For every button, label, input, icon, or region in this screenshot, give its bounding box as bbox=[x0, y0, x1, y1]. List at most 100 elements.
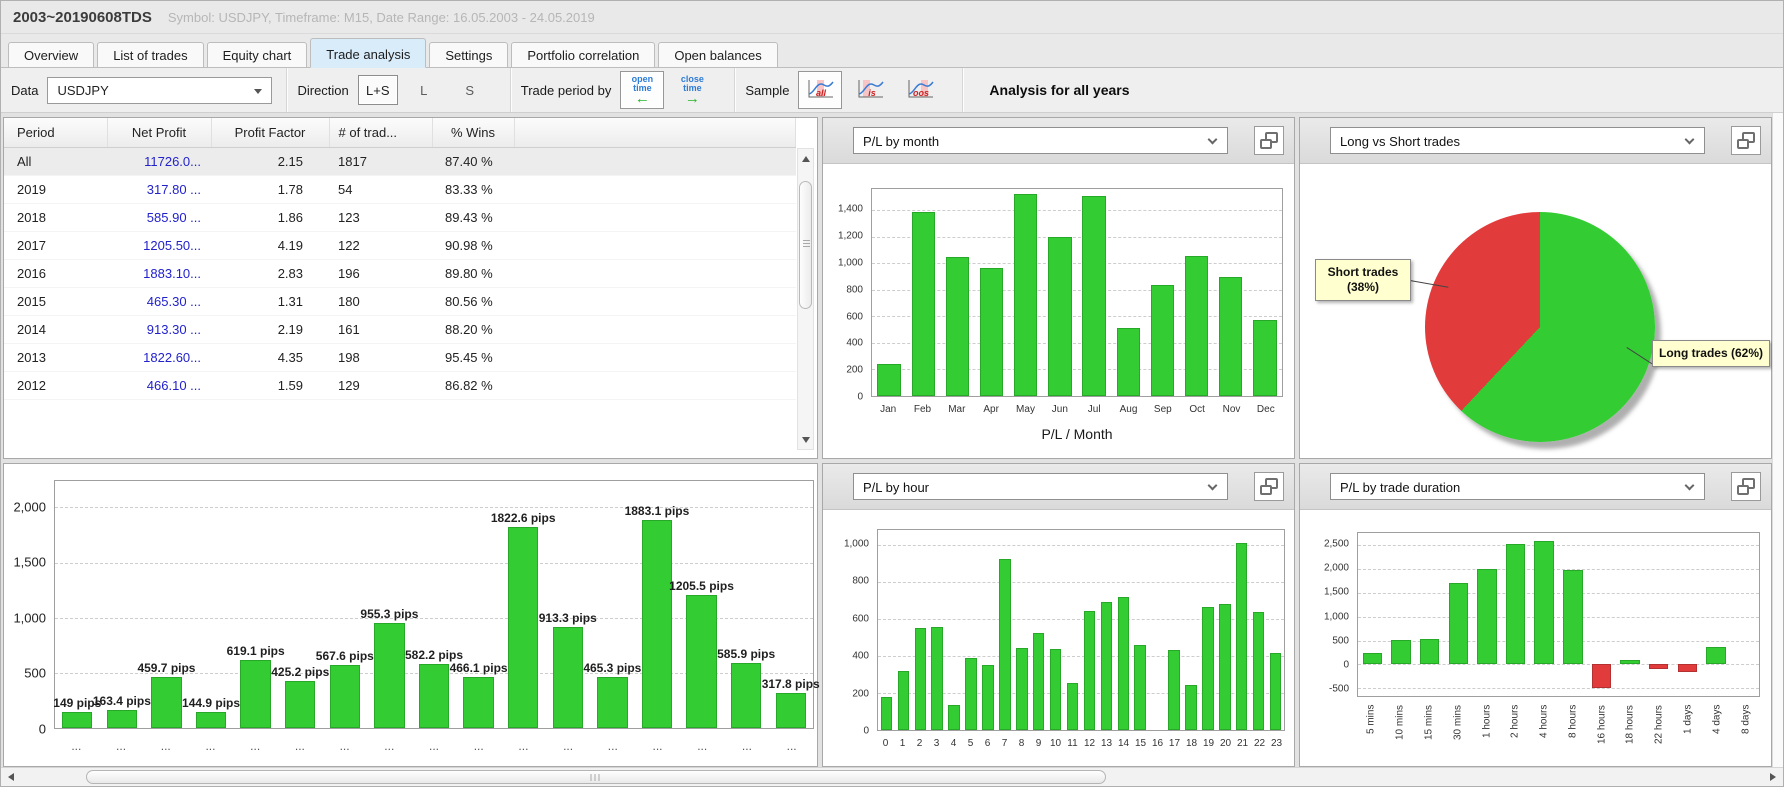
bar bbox=[641, 520, 673, 728]
table-cell: 1.78 bbox=[211, 175, 329, 204]
table-cell: 585.90 ... bbox=[107, 203, 211, 232]
bar bbox=[1150, 284, 1175, 396]
short-trades-callout: Short trades (38%) bbox=[1315, 259, 1411, 301]
tab-overview[interactable]: Overview bbox=[8, 42, 95, 68]
tab-bar: Overview List of trades Equity chart Trade … bbox=[1, 38, 1783, 68]
table-cell: 87.40 % bbox=[432, 147, 514, 176]
x-tick-label: 22 hours bbox=[1653, 705, 1665, 744]
x-tick-label: May bbox=[1016, 404, 1035, 415]
column-header[interactable]: Net Profit bbox=[107, 118, 212, 148]
data-symbol-dropdown[interactable]: USDJPY bbox=[47, 76, 273, 104]
scroll-down-button[interactable] bbox=[798, 432, 813, 447]
table-row[interactable]: All 11726.0... 2.15 1817 87.40 % bbox=[4, 147, 796, 176]
column-header[interactable]: Period bbox=[4, 118, 108, 148]
bar bbox=[982, 665, 994, 730]
table-cell: 198 bbox=[329, 343, 432, 372]
chevron-down-icon bbox=[1207, 480, 1218, 491]
copy-chart-button[interactable] bbox=[1731, 472, 1761, 501]
copy-chart-button[interactable] bbox=[1254, 472, 1284, 501]
close-time-button[interactable]: close time → bbox=[670, 71, 714, 109]
direction-long-button[interactable]: L bbox=[404, 75, 444, 105]
long-vs-short-dropdown[interactable]: Long vs Short trades bbox=[1330, 127, 1705, 154]
x-tick-label: 21 bbox=[1236, 738, 1249, 749]
table-row[interactable]: 2012 466.10 ... 1.59 129 86.82 % bbox=[4, 371, 796, 400]
sample-all-button[interactable]: all bbox=[798, 71, 843, 109]
bar bbox=[686, 595, 717, 728]
bar-value-label: 317.8 pips bbox=[761, 676, 820, 691]
table-scrollbar-thumb[interactable] bbox=[799, 181, 812, 309]
open-time-button[interactable]: open time ← bbox=[620, 71, 665, 109]
scroll-left-button[interactable] bbox=[2, 768, 20, 786]
copy-chart-button[interactable] bbox=[1254, 126, 1284, 155]
x-tick-label: 4 hours bbox=[1538, 705, 1550, 739]
table-row[interactable]: 2018 585.90 ... 1.86 123 89.43 % bbox=[4, 203, 796, 232]
pl-by-month-dropdown[interactable]: P/L by month bbox=[853, 127, 1228, 154]
bar bbox=[1083, 611, 1096, 730]
tab-trade-analysis[interactable]: Trade analysis bbox=[310, 38, 427, 68]
svg-text:all: all bbox=[816, 88, 827, 98]
horizontal-scrollbar-thumb[interactable] bbox=[86, 770, 1106, 784]
table-cell bbox=[514, 259, 796, 288]
x-tick-label: 5 mins bbox=[1365, 705, 1377, 735]
x-tick-label: 23 bbox=[1270, 738, 1283, 749]
vertical-scrollbar-track[interactable] bbox=[1772, 113, 1783, 767]
tab-open-balances[interactable]: Open balances bbox=[658, 42, 778, 68]
table-row[interactable]: 2016 1883.10... 2.83 196 89.80 % bbox=[4, 259, 796, 288]
x-tick-label: 2 hours bbox=[1509, 705, 1521, 739]
y-tick-label: 1,200 bbox=[837, 230, 863, 242]
bar bbox=[877, 364, 901, 396]
y-tick-label: -500 bbox=[1328, 683, 1349, 695]
bar bbox=[979, 267, 1004, 396]
x-tick-label: Mar bbox=[948, 404, 966, 415]
x-axis-title: P/L / Month bbox=[1041, 426, 1113, 442]
table-row[interactable]: 2014 913.30 ... 2.19 161 88.20 % bbox=[4, 315, 796, 344]
table-cell: 4.35 bbox=[211, 343, 329, 372]
pl-by-month-panel: P/L by month 0 200 400 600 800 1,000 1,200 1,40… bbox=[822, 117, 1295, 459]
table-cell: 86.82 % bbox=[432, 371, 514, 400]
table-row[interactable]: 2019 317.80 ... 1.78 54 83.33 % bbox=[4, 175, 796, 204]
x-tick-label: ... bbox=[786, 739, 797, 753]
pl-by-duration-dropdown[interactable]: P/L by trade duration bbox=[1330, 473, 1705, 500]
content-area: Period Net Profit Profit Factor # of trad..… bbox=[1, 113, 1783, 767]
pie-chart bbox=[1425, 212, 1655, 442]
sample-out-of-sample-button[interactable]: oos bbox=[898, 71, 942, 109]
bar bbox=[1620, 659, 1640, 665]
bar bbox=[240, 659, 271, 728]
bar bbox=[1049, 649, 1062, 730]
sample-label: Sample bbox=[745, 82, 790, 98]
direction-long-short-button[interactable]: L+S bbox=[357, 75, 398, 105]
tab-portfolio-correlation[interactable]: Portfolio correlation bbox=[511, 42, 656, 68]
analysis-title-section: Analysis for all years bbox=[963, 68, 1143, 112]
table-cell: 90.98 % bbox=[432, 231, 514, 260]
x-tick-label: Jul bbox=[1087, 404, 1101, 415]
y-tick-label: 600 bbox=[846, 311, 863, 323]
sample-in-sample-button[interactable]: is bbox=[848, 71, 892, 109]
tab-settings[interactable]: Settings bbox=[429, 42, 509, 68]
column-header[interactable]: # of trad... bbox=[329, 118, 433, 148]
bar bbox=[1448, 583, 1468, 665]
pl-by-hour-dropdown[interactable]: P/L by hour bbox=[853, 473, 1228, 500]
table-row[interactable]: 2015 465.30 ... 1.31 180 80.56 % bbox=[4, 287, 796, 316]
bar bbox=[151, 677, 182, 728]
gridline bbox=[1358, 664, 1759, 666]
direction-section: Direction L+S L S bbox=[287, 68, 511, 112]
scroll-up-button[interactable] bbox=[798, 151, 813, 166]
column-header[interactable]: % Wins bbox=[432, 118, 515, 148]
y-tick-label: 600 bbox=[852, 613, 869, 625]
copy-chart-button[interactable] bbox=[1731, 126, 1761, 155]
table-row[interactable]: 2017 1205.50... 4.19 122 90.98 % bbox=[4, 231, 796, 260]
table-row[interactable]: 2013 1822.60... 4.35 198 95.45 % bbox=[4, 343, 796, 372]
bar bbox=[1048, 236, 1072, 396]
bar bbox=[195, 712, 227, 728]
direction-short-button[interactable]: S bbox=[450, 75, 490, 105]
tab-equity-chart[interactable]: Equity chart bbox=[206, 42, 308, 68]
scroll-right-button[interactable] bbox=[1764, 768, 1782, 786]
table-cell: 1.86 bbox=[211, 203, 329, 232]
gridline bbox=[1358, 640, 1759, 642]
table-cell: 1205.50... bbox=[107, 231, 211, 260]
column-header[interactable]: Profit Factor bbox=[211, 118, 330, 148]
y-tick-label: 0 bbox=[857, 391, 863, 403]
tab-list-of-trades[interactable]: List of trades bbox=[97, 42, 204, 68]
table-cell: 89.43 % bbox=[432, 203, 514, 232]
bar bbox=[1563, 569, 1583, 665]
